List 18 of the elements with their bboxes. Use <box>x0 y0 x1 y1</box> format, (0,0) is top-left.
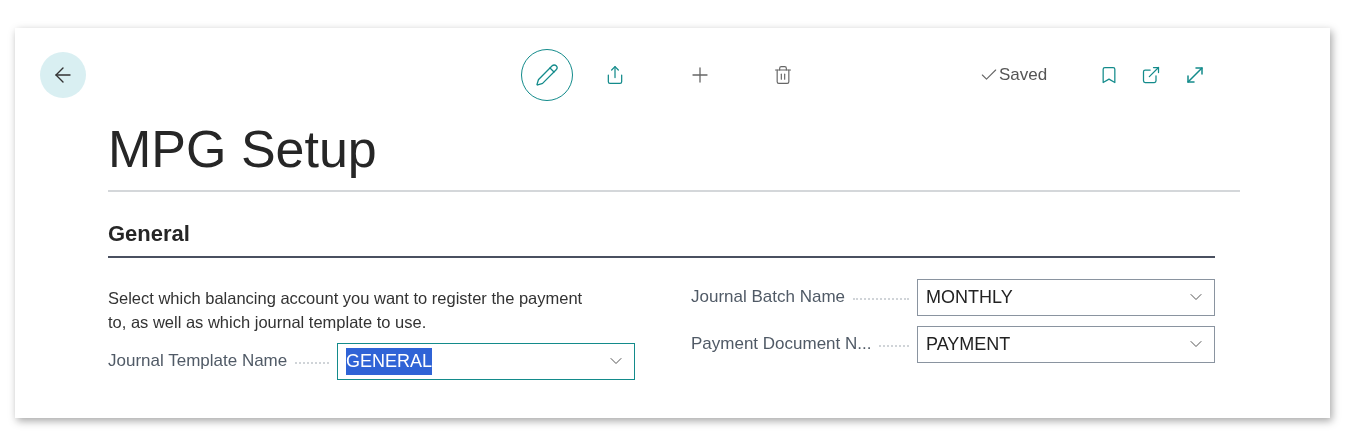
dropdown-field[interactable]: MONTHLY <box>917 278 1215 316</box>
section-description: Select which balancing account you want to register the payment to, as well as which journal template to use. <box>108 288 584 333</box>
field-label: Payment Document N... <box>691 333 872 356</box>
field-label: Journal Template Name <box>108 350 288 373</box>
share-icon <box>605 64 625 85</box>
back-button[interactable] <box>40 51 86 98</box>
external-link-icon <box>1141 64 1162 85</box>
section-heading: General <box>108 220 190 248</box>
page-title: MPG Setup <box>108 119 377 180</box>
dropdown-field[interactable]: PAYMENT <box>917 325 1215 363</box>
field-label: Journal Batch Name <box>691 286 846 309</box>
pencil-icon <box>535 62 559 87</box>
field-value: PAYMENT <box>926 332 1011 356</box>
field-value: GENERAL <box>346 347 433 375</box>
trash-icon <box>773 64 793 85</box>
dropdown-field[interactable]: GENERAL <box>337 342 635 380</box>
field-value: MONTHLY <box>926 285 1013 309</box>
saved-status: Saved <box>999 63 1048 86</box>
